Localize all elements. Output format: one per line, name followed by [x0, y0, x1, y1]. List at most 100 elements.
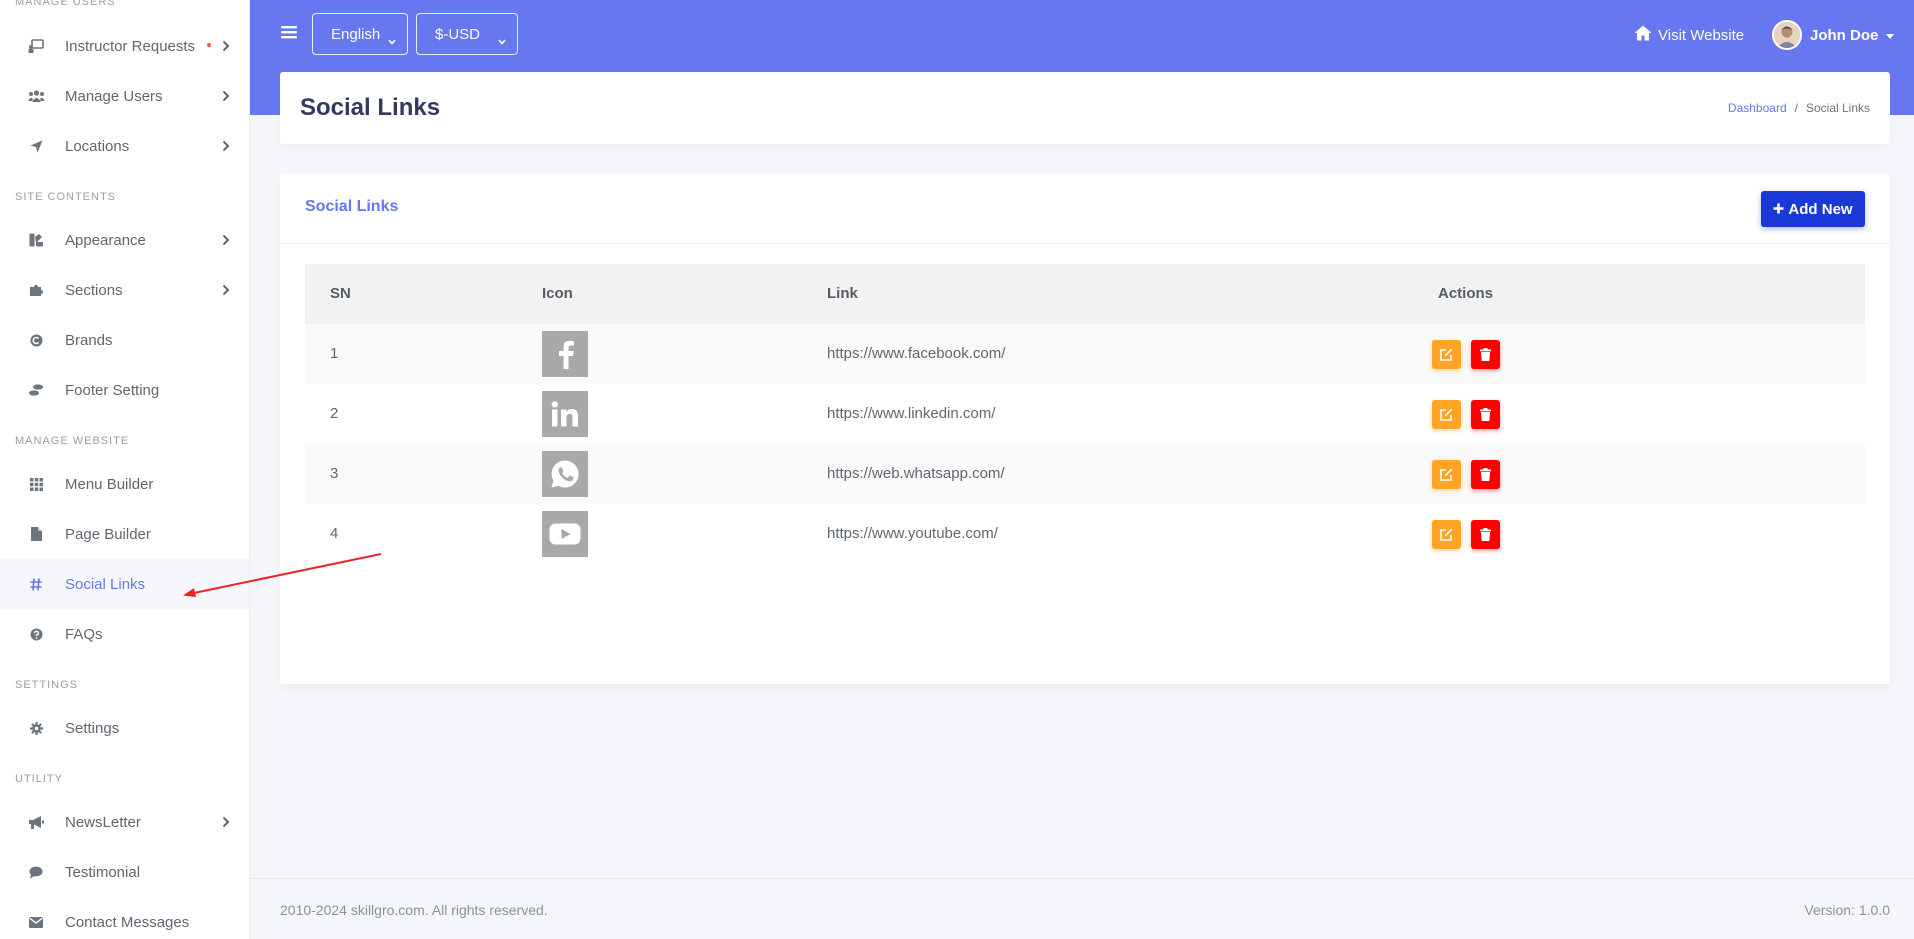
section-header-settings: SETTINGS [15, 679, 79, 691]
visit-website-link[interactable]: Visit Website [1634, 25, 1744, 45]
chevron-down-icon [388, 32, 396, 49]
edit-button[interactable] [1432, 520, 1461, 549]
whatsapp-icon [542, 451, 588, 497]
notification-dot [207, 43, 211, 47]
delete-button[interactable] [1471, 460, 1500, 489]
row-sn: 3 [330, 465, 339, 482]
breadcrumb: Dashboard / Social Links [1728, 101, 1870, 115]
row-link: https://www.linkedin.com/ [827, 405, 996, 422]
add-new-button[interactable]: Add New [1761, 191, 1865, 227]
question-circle-icon [25, 628, 47, 641]
hamburger-menu-icon[interactable] [281, 24, 297, 45]
add-new-label: Add New [1788, 200, 1853, 218]
sidebar-item-label: Brands [65, 331, 113, 349]
section-header-utility: UTILITY [15, 773, 63, 785]
delete-button[interactable] [1471, 520, 1500, 549]
th-grid-icon [25, 477, 47, 491]
sidebar-item-label: Testimonial [65, 863, 141, 881]
delete-button[interactable] [1471, 400, 1500, 429]
column-header-sn: SN [330, 285, 351, 302]
row-link: https://www.facebook.com/ [827, 345, 1006, 362]
plus-icon [1773, 201, 1784, 218]
row-sn: 1 [330, 345, 339, 362]
language-select[interactable]: English [312, 13, 408, 55]
sidebar-item-appearance[interactable]: Appearance [0, 215, 249, 265]
section-header-site-contents: SITE CONTENTS [15, 191, 117, 203]
row-sn: 4 [330, 525, 339, 542]
sidebar-item-label: Settings [65, 719, 120, 737]
chalkboard-teacher-icon [25, 39, 47, 53]
sidebar-item-brands[interactable]: Brands [0, 315, 249, 365]
section-header-manage-users: MANAGE USERS [15, 0, 116, 8]
home-icon [1634, 25, 1652, 45]
page-footer: 2010-2024 skillgro.com. All rights reser… [250, 878, 1914, 939]
row-link: https://www.youtube.com/ [827, 525, 998, 542]
sidebar-item-label: Menu Builder [65, 475, 154, 493]
version-text: Version: 1.0.0 [1804, 902, 1890, 918]
sidebar-item-label: Contact Messages [65, 913, 190, 931]
currency-value: $-USD [435, 25, 481, 43]
user-name: John Doe [1810, 26, 1879, 44]
chevron-right-icon [222, 233, 230, 251]
sidebar-item-footer-setting[interactable]: Footer Setting [0, 365, 249, 415]
sidebar-item-label: NewsLetter [65, 813, 141, 831]
sidebar-item-label: Social Links [65, 575, 146, 593]
card-title: Social Links [305, 198, 399, 215]
language-value: English [331, 25, 381, 43]
avatar [1772, 20, 1802, 50]
section-header-manage-website: MANAGE WEBSITE [15, 435, 130, 447]
puzzle-piece-icon [25, 283, 47, 297]
card-header: Social Links Add New [280, 174, 1890, 244]
social-links-table: SN Icon Link Actions 1 https://www.faceb… [305, 264, 1865, 564]
sidebar-item-label: Footer Setting [65, 381, 160, 399]
sidebar-item-label: Manage Users [65, 87, 163, 105]
sidebar-item-contact-messages[interactable]: Contact Messages [0, 897, 249, 939]
sidebar-item-sections[interactable]: Sections [0, 265, 249, 315]
table-row: 4 https://www.youtube.com/ [305, 504, 1865, 564]
sidebar-item-instructor-requests[interactable]: Instructor Requests [0, 21, 249, 71]
annotation-arrow [183, 553, 382, 597]
sidebar-item-label: Sections [65, 281, 123, 299]
delete-button[interactable] [1471, 340, 1500, 369]
chevron-down-icon [498, 32, 506, 49]
edit-button[interactable] [1432, 400, 1461, 429]
sidebar-item-manage-users[interactable]: Manage Users [0, 71, 249, 121]
sidebar-item-menu-builder[interactable]: Menu Builder [0, 459, 249, 509]
currency-select[interactable]: $-USD [416, 13, 518, 55]
table-header: SN Icon Link Actions [305, 264, 1865, 324]
envelope-icon [25, 916, 47, 928]
breadcrumb-current: Social Links [1805, 101, 1870, 115]
edit-button[interactable] [1432, 460, 1461, 489]
comment-icon [25, 866, 47, 879]
shoe-prints-icon [25, 384, 47, 396]
sidebar-item-testimonial[interactable]: Testimonial [0, 847, 249, 897]
edit-button[interactable] [1432, 340, 1461, 369]
row-link: https://web.whatsapp.com/ [827, 465, 1005, 482]
table-row: 2 https://www.linkedin.com/ [305, 384, 1865, 444]
linkedin-icon [542, 391, 588, 437]
cog-icon [25, 721, 47, 735]
file-icon [25, 527, 47, 541]
visit-website-label: Visit Website [1658, 26, 1745, 44]
breadcrumb-dashboard-link[interactable]: Dashboard [1728, 101, 1787, 115]
swatchbook-icon [25, 233, 47, 247]
page-title: Social Links [300, 94, 441, 121]
table-row: 3 https://web.whatsapp.com/ [305, 444, 1865, 504]
chevron-right-icon [222, 39, 230, 57]
table-row: 1 https://www.facebook.com/ [305, 324, 1865, 384]
chevron-right-icon [222, 139, 230, 157]
user-menu[interactable]: John Doe [1772, 20, 1895, 50]
chevron-right-icon [222, 283, 230, 301]
page-header-card: Social Links Dashboard / Social Links [280, 72, 1890, 144]
column-header-actions: Actions [1438, 285, 1494, 302]
bullhorn-icon [25, 815, 47, 829]
sidebar-item-settings[interactable]: Settings [0, 703, 249, 753]
sidebar-item-newsletter[interactable]: NewsLetter [0, 797, 249, 847]
sidebar-item-label: Instructor Requests [65, 37, 196, 55]
youtube-icon [542, 511, 588, 557]
location-arrow-icon [25, 140, 47, 153]
sidebar-item-locations[interactable]: Locations [0, 121, 249, 171]
sidebar-item-faqs[interactable]: FAQs [0, 609, 249, 659]
hashtag-icon [25, 577, 47, 591]
facebook-icon [542, 331, 588, 377]
